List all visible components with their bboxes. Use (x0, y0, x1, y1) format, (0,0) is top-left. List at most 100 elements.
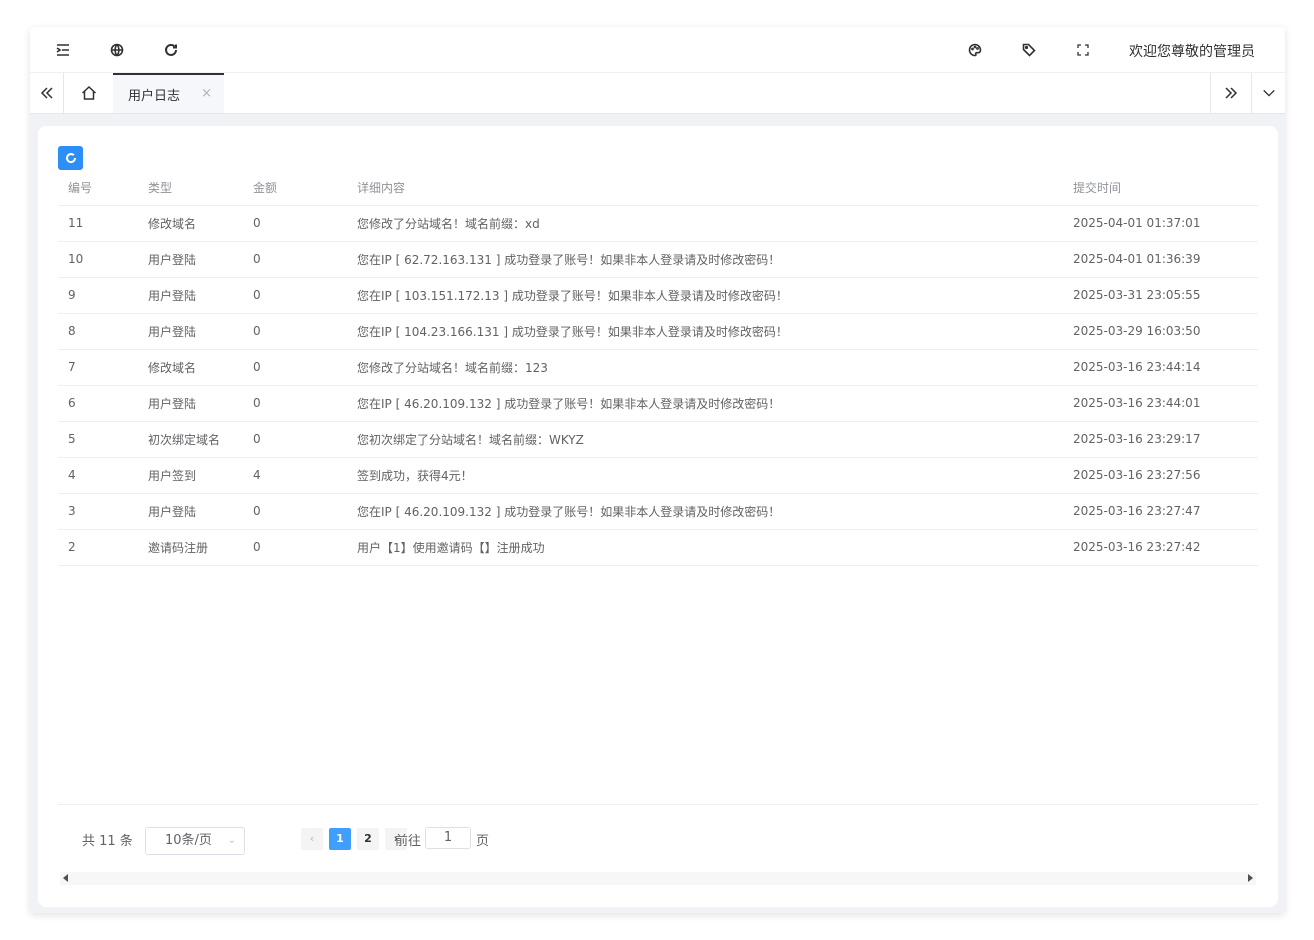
cell-id: 6 (58, 385, 138, 422)
chevron-down-icon: ⌄ (227, 835, 236, 846)
page-size-value: 10条/页 (165, 833, 212, 848)
cell-type: 用户登陆 (138, 277, 243, 314)
tab-user-log[interactable]: 用户日志 × (113, 73, 224, 113)
cell-type: 用户登陆 (138, 385, 243, 422)
pagination-total: 共 11 条 (82, 834, 133, 849)
cell-id: 10 (58, 241, 138, 278)
cell-id: 7 (58, 349, 138, 386)
goto-label: 前往 (395, 834, 422, 849)
cell-detail: 您在IP [ 62.72.163.131 ] 成功登录了账号！如果非本人登录请及… (347, 241, 1063, 278)
cell-detail: 您修改了分站域名！域名前缀：123 (347, 349, 1063, 386)
scroll-left-arrow-icon[interactable] (63, 874, 68, 882)
goto-page-input[interactable]: 1 (425, 827, 471, 849)
cell-amount: 0 (243, 313, 347, 350)
cell-detail: 您初次绑定了分站域名！域名前缀：WKYZ (347, 421, 1063, 458)
scroll-left-icon[interactable] (30, 73, 64, 113)
scroll-right-icon[interactable] (1210, 73, 1250, 113)
cell-amount: 0 (243, 349, 347, 386)
col-header-id[interactable]: 编号 (58, 170, 138, 206)
cell-type: 用户登陆 (138, 241, 243, 278)
app-window: 欢迎您尊敬的管理员 用户日志 × 编号 类型 金额 详细内容 提交时间 11 修… (30, 27, 1285, 913)
cell-type: 修改域名 (138, 349, 243, 386)
fullscreen-icon[interactable] (1073, 40, 1093, 60)
cell-type: 邀请码注册 (138, 529, 243, 566)
page-button-1[interactable]: 1 (329, 828, 351, 850)
menu-fold-icon[interactable] (53, 40, 73, 60)
table-refresh-button[interactable] (58, 146, 83, 170)
cell-type: 初次绑定域名 (138, 421, 243, 458)
globe-icon[interactable] (107, 40, 127, 60)
col-header-time[interactable]: 提交时间 (1063, 170, 1258, 206)
loading-icon (65, 153, 76, 164)
table-row[interactable]: 4 用户签到 4 签到成功，获得4元！ 2025-03-16 23:27:56 (58, 457, 1258, 494)
cell-detail: 签到成功，获得4元！ (347, 457, 1063, 494)
cell-type: 修改域名 (138, 205, 243, 242)
col-header-detail[interactable]: 详细内容 (347, 170, 1063, 206)
cell-time: 2025-04-01 01:36:39 (1063, 241, 1258, 278)
cell-id: 9 (58, 277, 138, 314)
refresh-icon[interactable] (161, 40, 181, 60)
log-table: 编号 类型 金额 详细内容 提交时间 11 修改域名 0 您修改了分站域名！域名前缀：… (58, 170, 1258, 566)
welcome-text[interactable]: 欢迎您尊敬的管理员 (1129, 41, 1255, 61)
cell-id: 8 (58, 313, 138, 350)
cell-time: 2025-03-16 23:27:47 (1063, 493, 1258, 530)
cell-time: 2025-03-16 23:29:17 (1063, 421, 1258, 458)
cell-id: 11 (58, 205, 138, 242)
cell-detail: 您在IP [ 103.151.172.13 ] 成功登录了账号！如果非本人登录请… (347, 277, 1063, 314)
scroll-right-arrow-icon[interactable] (1248, 874, 1253, 882)
cell-detail: 您修改了分站域名！域名前缀：xd (347, 205, 1063, 242)
cell-detail: 您在IP [ 46.20.109.132 ] 成功登录了账号！如果非本人登录请及… (347, 385, 1063, 422)
table-row[interactable]: 10 用户登陆 0 您在IP [ 62.72.163.131 ] 成功登录了账号！如果… (58, 241, 1258, 278)
table-footer-divider (58, 804, 1258, 805)
cell-amount: 0 (243, 385, 347, 422)
cell-amount: 0 (243, 205, 347, 242)
table-row[interactable]: 11 修改域名 0 您修改了分站域名！域名前缀：xd 2025-04-01 01:37:… (58, 205, 1258, 242)
goto-suffix: 页 (476, 834, 490, 849)
table-row[interactable]: 6 用户登陆 0 您在IP [ 46.20.109.132 ] 成功登录了账号！如果非… (58, 385, 1258, 422)
table-row[interactable]: 3 用户登陆 0 您在IP [ 46.20.109.132 ] 成功登录了账号！如果非… (58, 493, 1258, 530)
cell-time: 2025-03-31 23:05:55 (1063, 277, 1258, 314)
table-row[interactable]: 7 修改域名 0 您修改了分站域名！域名前缀：123 2025-03-16 23:44:… (58, 349, 1258, 386)
cell-time: 2025-03-16 23:44:14 (1063, 349, 1258, 386)
cell-amount: 0 (243, 421, 347, 458)
cell-amount: 0 (243, 277, 347, 314)
cell-id: 5 (58, 421, 138, 458)
cell-detail: 您在IP [ 104.23.166.131 ] 成功登录了账号！如果非本人登录请… (347, 313, 1063, 350)
cell-type: 用户登陆 (138, 493, 243, 530)
cell-time: 2025-03-16 23:27:56 (1063, 457, 1258, 494)
table-row[interactable]: 5 初次绑定域名 0 您初次绑定了分站域名！域名前缀：WKYZ 2025-03-16 2… (58, 421, 1258, 458)
cell-detail: 您在IP [ 46.20.109.132 ] 成功登录了账号！如果非本人登录请及… (347, 493, 1063, 530)
prev-page-button[interactable]: ‹ (301, 828, 323, 850)
cell-detail: 用户【1】使用邀请码【】注册成功 (347, 529, 1063, 566)
cell-time: 2025-03-29 16:03:50 (1063, 313, 1258, 350)
tabs-dropdown-icon[interactable] (1251, 73, 1285, 113)
col-header-amount[interactable]: 金额 (243, 170, 347, 206)
table-header-row: 编号 类型 金额 详细内容 提交时间 (58, 170, 1258, 206)
cell-type: 用户签到 (138, 457, 243, 494)
col-header-type[interactable]: 类型 (138, 170, 243, 206)
tab-label: 用户日志 (128, 88, 181, 104)
cell-amount: 0 (243, 529, 347, 566)
horizontal-scrollbar[interactable] (60, 872, 1256, 885)
page-size-select[interactable]: 10条/页 ⌄ (145, 827, 245, 855)
cell-type: 用户登陆 (138, 313, 243, 350)
cell-time: 2025-03-16 23:44:01 (1063, 385, 1258, 422)
page-button-2[interactable]: 2 (357, 828, 379, 850)
cell-amount: 4 (243, 457, 347, 494)
cell-id: 3 (58, 493, 138, 530)
top-header: 欢迎您尊敬的管理员 (30, 27, 1285, 73)
cell-amount: 0 (243, 241, 347, 278)
home-icon[interactable] (65, 73, 113, 113)
palette-icon[interactable] (965, 40, 985, 60)
table-row[interactable]: 9 用户登陆 0 您在IP [ 103.151.172.13 ] 成功登录了账号！如果… (58, 277, 1258, 314)
table-row[interactable]: 2 邀请码注册 0 用户【1】使用邀请码【】注册成功 2025-03-16 23:27:… (58, 529, 1258, 566)
cell-time: 2025-03-16 23:27:42 (1063, 529, 1258, 566)
table-row[interactable]: 8 用户登陆 0 您在IP [ 104.23.166.131 ] 成功登录了账号！如果… (58, 313, 1258, 350)
content-card: 编号 类型 金额 详细内容 提交时间 11 修改域名 0 您修改了分站域名！域名前缀：… (38, 126, 1278, 907)
cell-time: 2025-04-01 01:37:01 (1063, 205, 1258, 242)
cell-id: 2 (58, 529, 138, 566)
tag-icon[interactable] (1019, 40, 1039, 60)
cell-amount: 0 (243, 493, 347, 530)
pagination: 共 11 条 10条/页 ⌄ ‹ 1 2 › 前往 1 页 (82, 827, 582, 855)
tab-close-icon[interactable]: × (201, 86, 212, 101)
